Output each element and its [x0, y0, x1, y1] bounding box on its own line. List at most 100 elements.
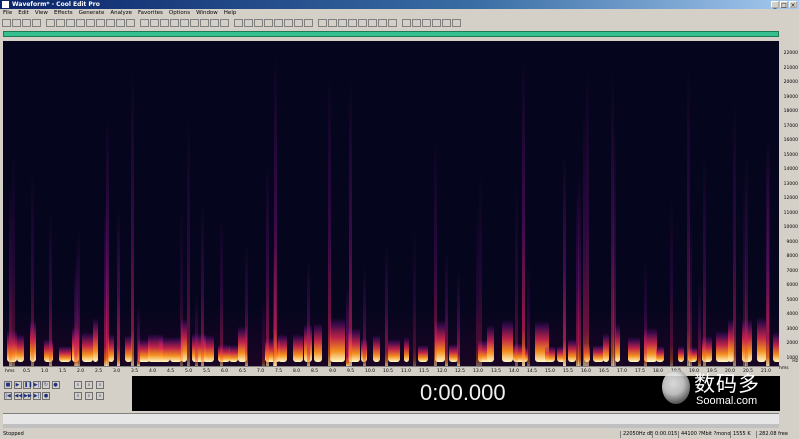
- toolbar-tool-icon[interactable]: [304, 18, 313, 27]
- menu-analyze[interactable]: Analyze: [110, 9, 132, 17]
- toolbar-tool-icon[interactable]: [76, 18, 85, 27]
- status-cell: 0:00.015: [652, 431, 677, 438]
- zoom-in-vert-icon[interactable]: ⌕: [96, 381, 104, 389]
- toolbar-tool-icon[interactable]: [150, 18, 159, 27]
- toolbar-tool-icon[interactable]: [328, 18, 337, 27]
- toolbar-tool-icon[interactable]: [234, 18, 243, 27]
- stop-icon[interactable]: ■: [4, 381, 12, 389]
- toolbar-tool-icon[interactable]: [22, 18, 31, 27]
- spectral-streak: [688, 216, 692, 366]
- toolbar-tool-icon[interactable]: [422, 18, 431, 27]
- toolbar-tool-icon[interactable]: [388, 18, 397, 27]
- toolbar-tool-icon[interactable]: [200, 18, 209, 27]
- time-tick-label: 14.0: [509, 369, 520, 374]
- go-start-icon[interactable]: |◀: [4, 392, 12, 400]
- spectral-streak: [697, 278, 701, 366]
- toolbar-tool-icon[interactable]: [2, 18, 11, 27]
- toolbar-tool-icon[interactable]: [140, 18, 149, 27]
- spectral-streak: [245, 242, 249, 366]
- time-tick-label: 13.5: [491, 369, 502, 374]
- toolbar-tool-icon[interactable]: [348, 18, 357, 27]
- toolbar-tool-icon[interactable]: [126, 18, 135, 27]
- menu-view[interactable]: View: [35, 9, 48, 17]
- zoom-in-full-icon[interactable]: ⌕: [74, 381, 82, 389]
- play-to-end-icon[interactable]: ▶|: [32, 381, 41, 389]
- toolbar-tool-icon[interactable]: [12, 18, 21, 27]
- toolbar-tool-icon[interactable]: [452, 18, 461, 27]
- toolbar-tool-icon[interactable]: [412, 18, 421, 27]
- menu-edit[interactable]: Edit: [18, 9, 29, 17]
- toolbar-tool-icon[interactable]: [442, 18, 451, 27]
- toolbar-tool-icon[interactable]: [106, 18, 115, 27]
- zoom-out-full-icon[interactable]: ⌕: [85, 381, 93, 389]
- overview-bar[interactable]: [3, 31, 779, 37]
- spectral-view[interactable]: [3, 41, 779, 366]
- toolbar-tool-icon[interactable]: [180, 18, 189, 27]
- toolbar-tool-icon[interactable]: [116, 18, 125, 27]
- spectral-streak: [732, 97, 736, 366]
- toolbar-tool-icon[interactable]: [368, 18, 377, 27]
- maximize-button[interactable]: □: [780, 1, 788, 9]
- close-button[interactable]: ×: [789, 1, 797, 9]
- toolbar-tool-icon[interactable]: [86, 18, 95, 27]
- toolbar-tool-icon[interactable]: [294, 18, 303, 27]
- zoom-in-icon[interactable]: ⌕: [74, 392, 82, 400]
- minimize-button[interactable]: _: [771, 1, 779, 9]
- go-end-icon[interactable]: ▶|: [32, 392, 41, 400]
- toolbar-tool-icon[interactable]: [210, 18, 219, 27]
- pause-icon[interactable]: ❚❚: [23, 381, 32, 389]
- spectral-streak: [200, 201, 204, 366]
- toolbar-tool-icon[interactable]: [220, 18, 229, 27]
- toolbar-tool-icon[interactable]: [170, 18, 179, 27]
- toolbar-tool-icon[interactable]: [432, 18, 441, 27]
- time-tick-label: 12.0: [437, 369, 448, 374]
- spectral-energy-blob: [16, 333, 25, 362]
- toolbar-tool-icon[interactable]: [402, 18, 411, 27]
- frequency-axis-unit: Hz: [792, 359, 798, 364]
- loop-icon[interactable]: ↻: [42, 381, 50, 389]
- spectral-streak: [179, 204, 183, 366]
- spectral-streak: [265, 161, 269, 366]
- spectral-streak: [577, 168, 581, 366]
- toolbar-tool-icon[interactable]: [160, 18, 169, 27]
- toolbar-tool-icon[interactable]: [318, 18, 327, 27]
- toolbar-tool-icon[interactable]: [46, 18, 55, 27]
- fast-forward-icon[interactable]: ▶▶: [23, 392, 32, 400]
- menu-generate[interactable]: Generate: [79, 9, 105, 17]
- toolbar-tool-icon[interactable]: [378, 18, 387, 27]
- menu-help[interactable]: Help: [224, 9, 237, 17]
- toolbar-tool-icon[interactable]: [190, 18, 199, 27]
- record-dot-icon[interactable]: ●: [42, 392, 50, 400]
- toolbar-tool-icon[interactable]: [338, 18, 347, 27]
- spectral-streak: [195, 292, 199, 366]
- toolbar-tool-icon[interactable]: [56, 18, 65, 27]
- spectral-streak: [31, 166, 35, 366]
- toolbar-tool-icon[interactable]: [264, 18, 273, 27]
- time-tick-label: 16.5: [599, 369, 610, 374]
- menu-favorites[interactable]: Favorites: [138, 9, 163, 17]
- time-tick-label: 15.0: [545, 369, 556, 374]
- toolbar-tool-icon[interactable]: [284, 18, 293, 27]
- spectral-streak: [306, 258, 310, 366]
- toolbar-tool-icon[interactable]: [32, 18, 41, 27]
- menu-file[interactable]: File: [3, 9, 12, 17]
- toolbar-tool-icon[interactable]: [66, 18, 75, 27]
- toolbar-tool-icon[interactable]: [274, 18, 283, 27]
- menu-options[interactable]: Options: [169, 9, 190, 17]
- horizontal-scrollbar[interactable]: [3, 424, 779, 428]
- menu-effects[interactable]: Effects: [54, 9, 73, 17]
- toolbar-tool-icon[interactable]: [254, 18, 263, 27]
- rewind-icon[interactable]: ◀◀: [13, 392, 22, 400]
- time-tick-label: 3.0: [113, 369, 121, 374]
- toolbar-tool-icon[interactable]: [358, 18, 367, 27]
- play-icon[interactable]: ▶: [13, 381, 22, 389]
- record-icon[interactable]: ●: [51, 381, 60, 389]
- toolbar-tool-icon[interactable]: [244, 18, 253, 27]
- status-cell: 1555 K: [730, 431, 751, 438]
- spectral-energy-blob: [678, 345, 684, 362]
- toolbar-tool-icon[interactable]: [96, 18, 105, 27]
- frequency-tick-label: 5000: [786, 297, 798, 303]
- zoom-sel-icon[interactable]: ⌕: [96, 392, 104, 400]
- menu-window[interactable]: Window: [196, 9, 218, 17]
- zoom-out-icon[interactable]: ⌕: [85, 392, 93, 400]
